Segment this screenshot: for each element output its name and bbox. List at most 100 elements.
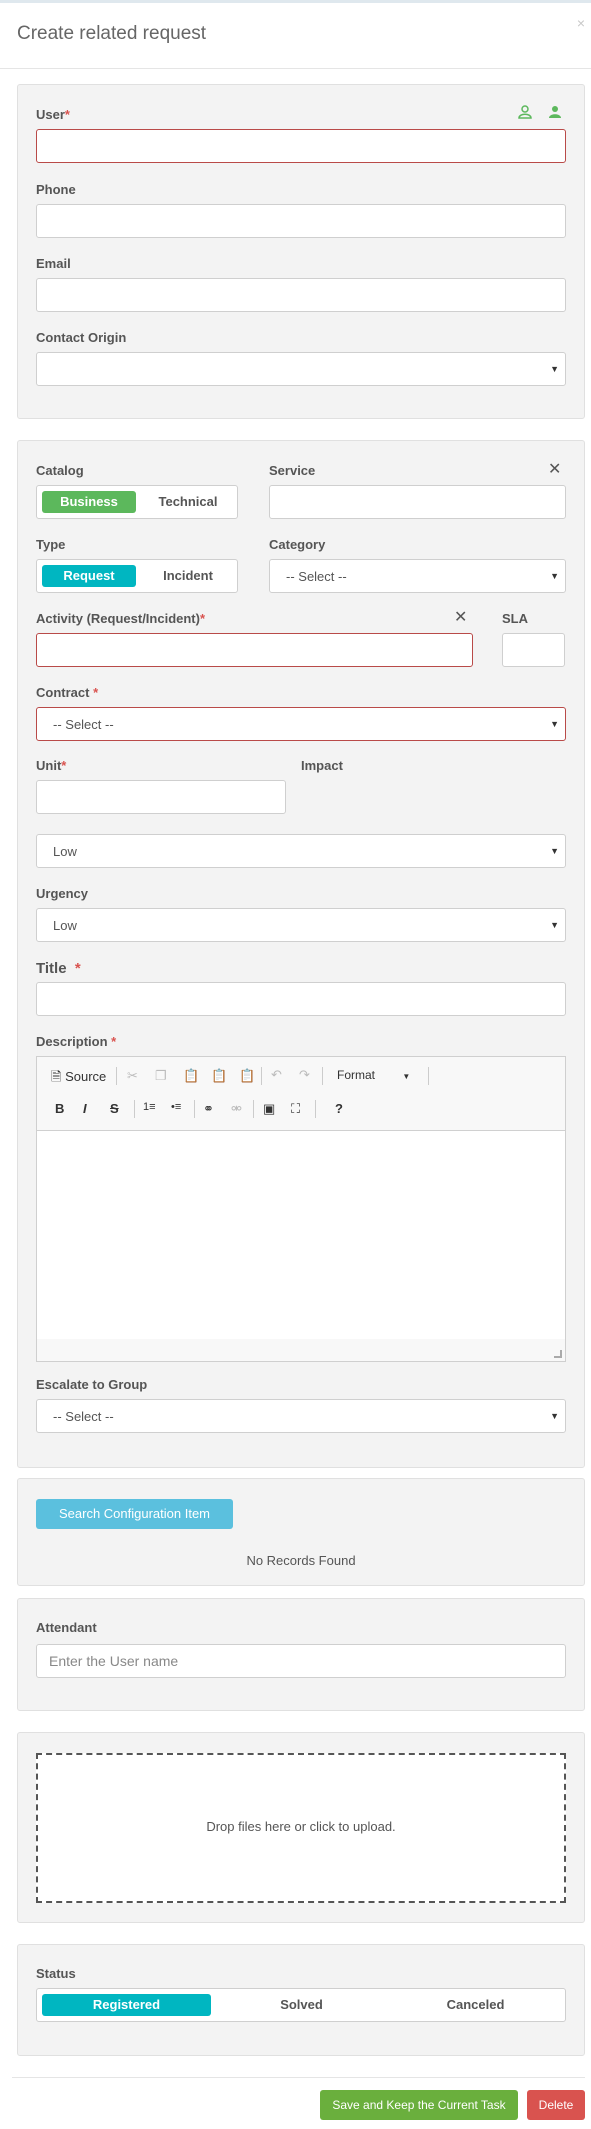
cut-icon[interactable]: ✂: [127, 1068, 138, 1084]
config-item-panel: Search Configuration Item No Records Fou…: [17, 1478, 585, 1586]
contact-origin-label: Contact Origin: [36, 330, 127, 345]
undo-icon[interactable]: ↶: [271, 1067, 282, 1083]
editor-resize-handle[interactable]: [554, 1350, 562, 1358]
search-configuration-item-button[interactable]: Search Configuration Item: [36, 1499, 233, 1529]
service-input[interactable]: [269, 485, 566, 519]
status-label: Status: [36, 1966, 76, 1981]
catalog-option-business[interactable]: Business: [42, 491, 136, 513]
clear-service-icon[interactable]: ✕: [548, 459, 561, 479]
contact-origin-select[interactable]: ▼: [36, 352, 566, 386]
service-label: Service: [269, 463, 316, 478]
user-search-icon[interactable]: [518, 105, 532, 119]
activity-label: Activity (Request/Incident)*: [36, 611, 206, 626]
attendant-input[interactable]: Enter the User name: [36, 1644, 566, 1678]
status-panel: Status Registered Solved Canceled: [17, 1944, 585, 2056]
sla-input[interactable]: [502, 633, 565, 667]
attendant-panel: Attendant Enter the User name: [17, 1598, 585, 1711]
status-option-registered[interactable]: Registered: [42, 1994, 211, 2016]
type-option-request[interactable]: Request: [42, 565, 136, 587]
no-records-text: No Records Found: [246, 1553, 356, 1568]
help-icon[interactable]: ?: [335, 1101, 343, 1116]
link-icon[interactable]: ⚭: [203, 1101, 214, 1117]
chevron-down-icon: ▼: [402, 1072, 411, 1081]
unit-label: Unit*: [36, 758, 67, 773]
numbered-list-icon[interactable]: 1≡: [143, 1101, 156, 1113]
user-panel: User* Phone Email Contact Origin ▼: [17, 84, 585, 419]
toolbar-divider: [194, 1100, 195, 1118]
email-input[interactable]: [36, 278, 566, 312]
status-option-solved[interactable]: Solved: [217, 1994, 386, 2016]
type-option-incident[interactable]: Incident: [141, 565, 235, 587]
attendant-placeholder: Enter the User name: [49, 1653, 179, 1669]
editor-content-area[interactable]: [37, 1131, 565, 1339]
chevron-down-icon: ▼: [550, 920, 559, 930]
phone-input[interactable]: [36, 204, 566, 238]
toolbar-divider: [116, 1067, 117, 1085]
user-add-icon[interactable]: [548, 105, 562, 119]
italic-icon[interactable]: I: [83, 1101, 87, 1116]
user-input[interactable]: [36, 129, 566, 163]
sla-label: SLA: [502, 611, 528, 626]
user-label: User*: [36, 107, 70, 122]
delete-button[interactable]: Delete: [527, 2090, 585, 2120]
toolbar-divider: [322, 1067, 323, 1085]
catalog-toggle: Business Technical: [36, 485, 238, 519]
strikethrough-icon[interactable]: S: [110, 1101, 119, 1116]
chevron-down-icon: ▼: [550, 719, 559, 729]
catalog-label: Catalog: [36, 463, 84, 478]
type-label: Type: [36, 537, 66, 552]
status-option-canceled[interactable]: Canceled: [391, 1994, 560, 2016]
toolbar-divider: [315, 1100, 316, 1118]
image-icon[interactable]: ▣: [263, 1101, 275, 1117]
urgency-select[interactable]: Low ▼: [36, 908, 566, 942]
modal-header: Create related request ×: [0, 3, 591, 69]
category-label: Category: [269, 537, 326, 552]
chevron-down-icon: ▼: [550, 1411, 559, 1421]
paste-icon[interactable]: 📋: [183, 1068, 199, 1084]
modal-title: Create related request: [17, 23, 207, 44]
bold-icon[interactable]: B: [55, 1101, 64, 1116]
unlink-icon[interactable]: ⚮: [231, 1101, 242, 1117]
paste-word-icon[interactable]: 📋: [239, 1068, 255, 1084]
file-dropzone[interactable]: Drop files here or click to upload.: [36, 1753, 566, 1903]
bulleted-list-icon[interactable]: •≡: [171, 1101, 181, 1113]
toolbar-divider: [134, 1100, 135, 1118]
title-input[interactable]: [36, 982, 566, 1016]
contract-select[interactable]: -- Select -- ▼: [36, 707, 566, 741]
description-editor: 🗎 Source ✂ ❐ 📋 📋 📋 ↶ ↷ Format ▼ B I S 1≡…: [36, 1056, 566, 1362]
escalate-label: Escalate to Group: [36, 1377, 148, 1392]
format-dropdown[interactable]: Format ▼: [337, 1068, 410, 1082]
toolbar-divider: [253, 1100, 254, 1118]
copy-icon[interactable]: ❐: [155, 1068, 167, 1084]
phone-label: Phone: [36, 182, 76, 197]
redo-icon[interactable]: ↷: [299, 1067, 310, 1083]
description-label: Description *: [36, 1034, 117, 1049]
editor-toolbar: 🗎 Source ✂ ❐ 📋 📋 📋 ↶ ↷ Format ▼ B I S 1≡…: [37, 1057, 565, 1131]
chevron-down-icon: ▼: [550, 364, 559, 374]
dropzone-text: Drop files here or click to upload.: [206, 1819, 396, 1834]
activity-input[interactable]: [36, 633, 473, 667]
upload-panel: Drop files here or click to upload.: [17, 1732, 585, 1923]
unit-input[interactable]: [36, 780, 286, 814]
title-label: Title *: [36, 960, 81, 977]
impact-label: Impact: [301, 758, 343, 773]
close-icon[interactable]: ×: [577, 15, 585, 31]
maximize-icon[interactable]: ⛶: [291, 1101, 300, 1117]
escalate-select[interactable]: -- Select -- ▼: [36, 1399, 566, 1433]
chevron-down-icon: ▼: [550, 571, 559, 581]
paste-text-icon[interactable]: 📋: [211, 1068, 227, 1084]
source-icon: 🗎: [51, 1069, 62, 1084]
catalog-option-technical[interactable]: Technical: [141, 491, 235, 513]
attendant-label: Attendant: [36, 1620, 97, 1635]
source-button[interactable]: 🗎 Source: [51, 1068, 106, 1090]
clear-activity-icon[interactable]: ✕: [454, 607, 467, 627]
email-label: Email: [36, 256, 71, 271]
category-select[interactable]: -- Select -- ▼: [269, 559, 566, 593]
status-toggle: Registered Solved Canceled: [36, 1988, 566, 2022]
type-toggle: Request Incident: [36, 559, 238, 593]
save-keep-task-button[interactable]: Save and Keep the Current Task: [320, 2090, 518, 2120]
request-panel: Catalog Business Technical Service ✕ Typ…: [17, 440, 585, 1468]
contract-label: Contract *: [36, 685, 99, 700]
impact-select[interactable]: Low ▼: [36, 834, 566, 868]
chevron-down-icon: ▼: [550, 846, 559, 856]
